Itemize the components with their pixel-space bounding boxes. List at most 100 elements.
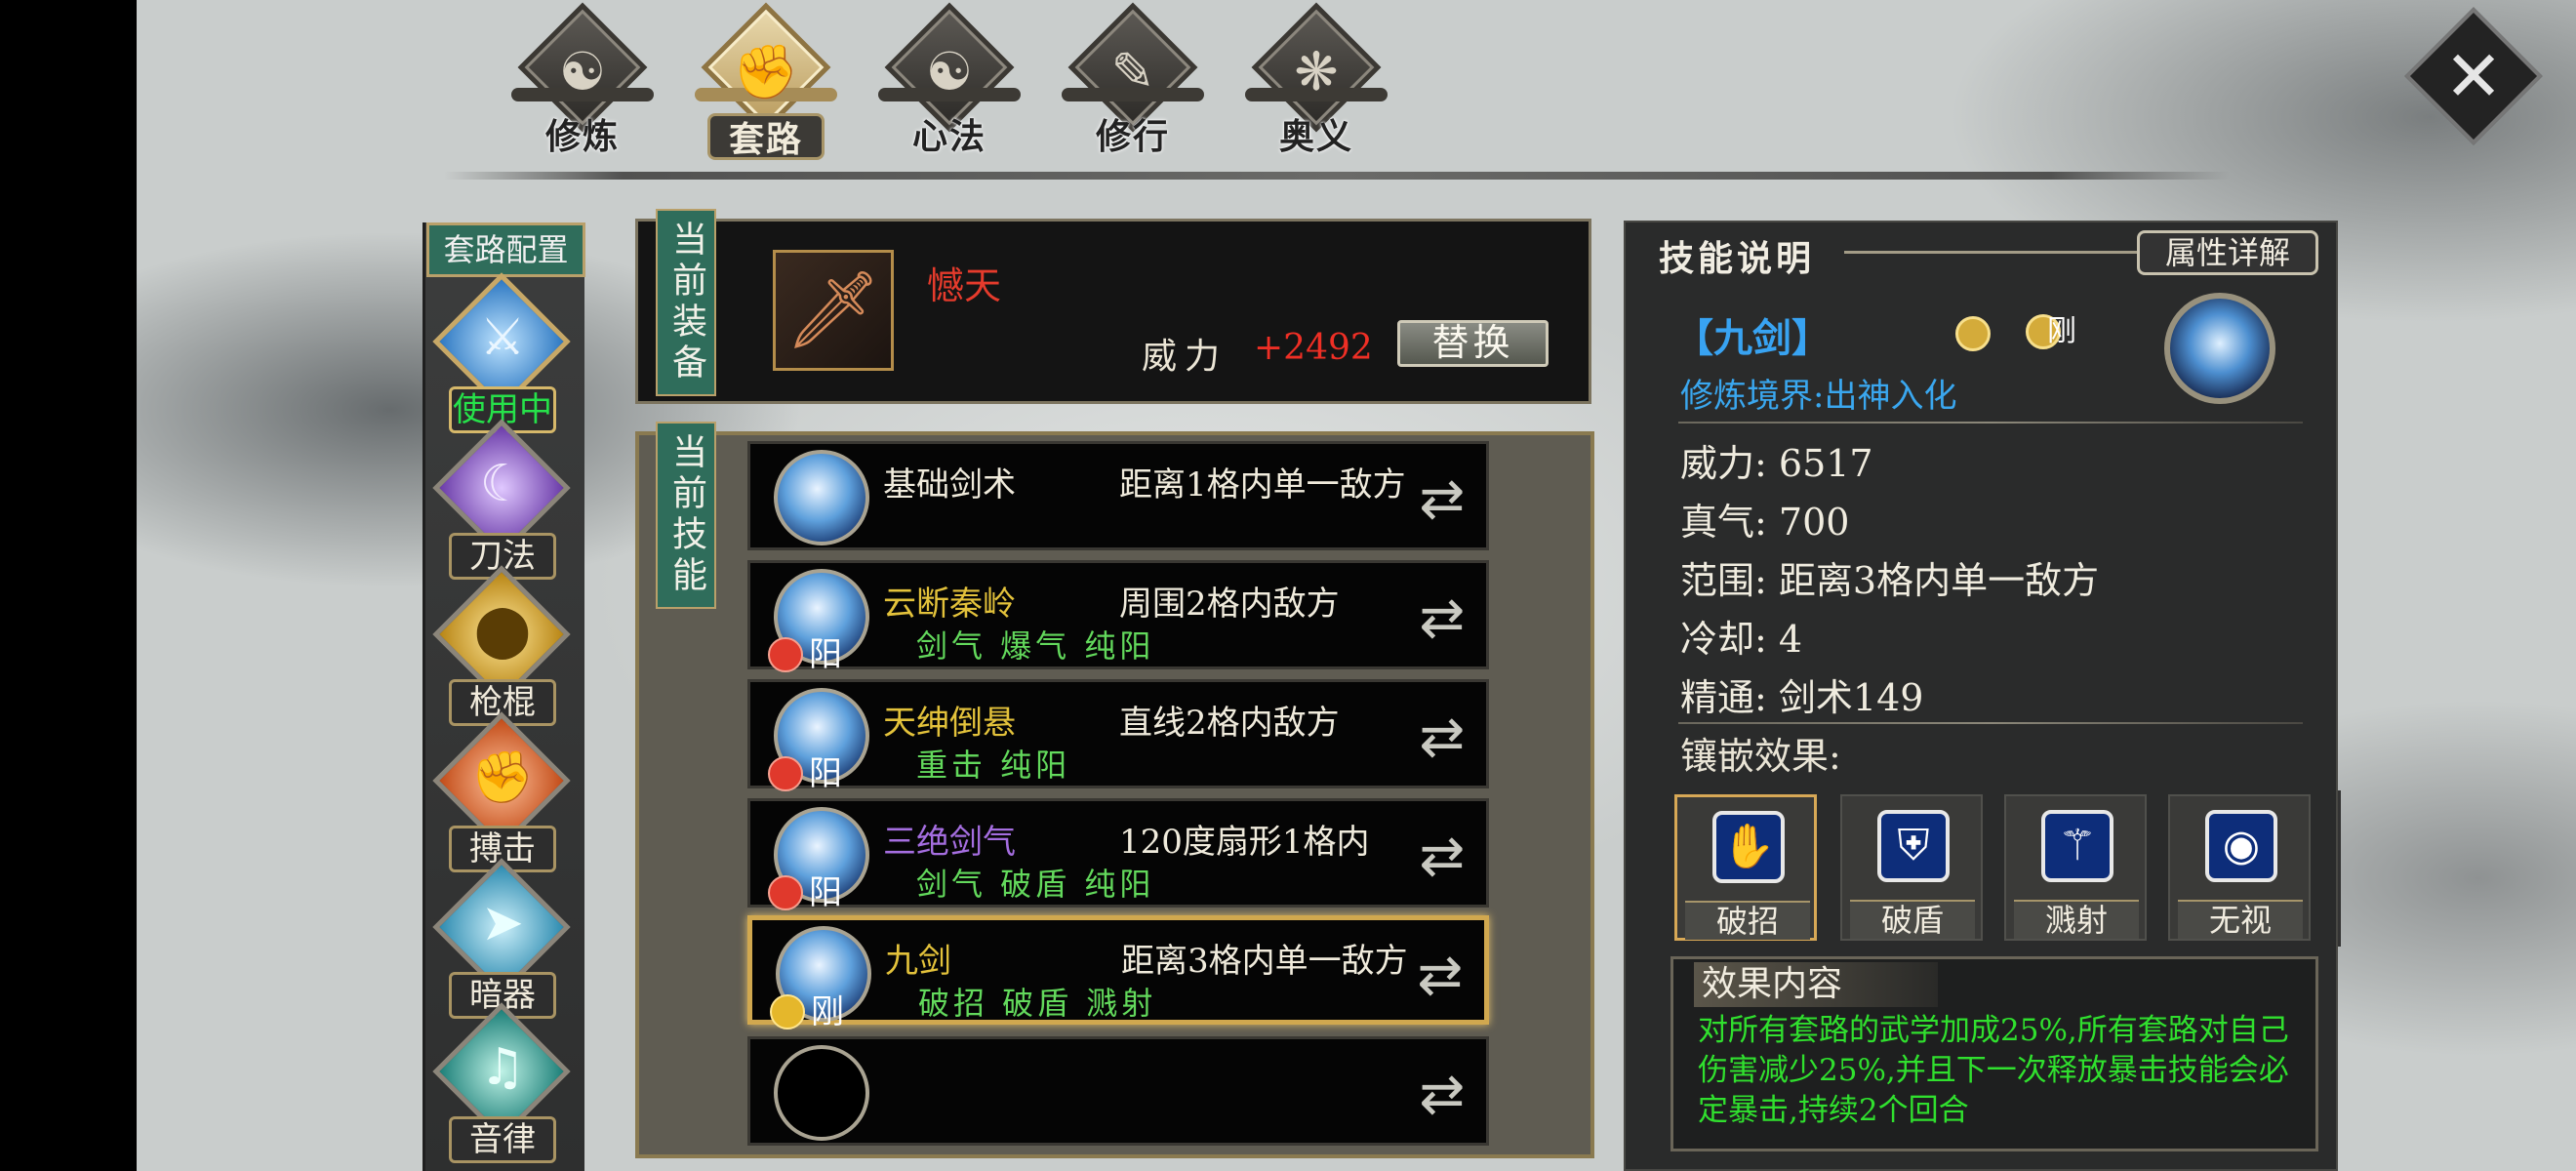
swap-icon[interactable]: ⇄ — [1408, 944, 1472, 1008]
embed-slot[interactable]: ⚚ 溅射 — [2004, 794, 2147, 941]
shield-icon: ⛨ — [1877, 810, 1950, 882]
tab-practice[interactable]: ✎ 修行 — [1050, 2, 1216, 168]
skill-tags: 重击 纯阳 — [916, 747, 1071, 784]
effect-content-text: 对所有套路的武学加成25%,所有套路对自己伤害减少25%,并且下一次释放暴击技能… — [1698, 1013, 2289, 1128]
swap-icon[interactable]: ⇄ — [1410, 467, 1474, 532]
stat-cooldown: 冷却: 4 — [1680, 609, 1802, 663]
skill-emblem-icon — [2164, 293, 2275, 404]
stat-value: 距离3格内单一敌方 — [1778, 559, 2100, 602]
sidebar-title: 套路配置 — [426, 222, 585, 277]
divider — [1678, 722, 2303, 724]
sidebar-item-boxing[interactable]: ✊ 搏击 — [429, 711, 576, 874]
current-equipment-tag: 当前装备 — [656, 209, 716, 396]
swirl-icon: ☯ — [558, 41, 607, 102]
title-divider — [1844, 251, 2147, 254]
stat-power: 威力: 6517 — [1680, 433, 1873, 487]
skill-range: 120度扇形1格内 — [1119, 823, 1370, 862]
power-label: 威力 — [1142, 337, 1228, 377]
embed-slot[interactable]: ⛨ 破盾 — [1840, 794, 1983, 941]
scroll-icon: ✎ — [1110, 41, 1155, 102]
skill-tags: 剑气 爆气 纯阳 — [916, 627, 1155, 665]
embed-effects-title: 镶嵌效果: — [1680, 735, 1841, 778]
fist-icon: ✊ — [733, 41, 799, 102]
tab-divider — [444, 172, 2230, 180]
stat-range: 范围: 距离3格内单一敌方 — [1680, 550, 2099, 604]
embed-label: 破招 — [1685, 901, 1810, 940]
skill-badge: 阳 — [809, 873, 842, 912]
skill-name: 三绝剑气 — [883, 823, 1016, 862]
gem-label: 刚 — [2047, 314, 2076, 348]
sidebar-item-spear[interactable]: ⬤ 枪棍 — [429, 565, 576, 728]
skill-name: 云断秦岭 — [883, 585, 1016, 624]
tab-routine[interactable]: ✊ 套路 — [683, 2, 849, 168]
spear-icon: ⬤ — [473, 601, 532, 660]
stat-qi: 真气: 700 — [1680, 492, 1849, 545]
sidebar-item-blade[interactable]: ☾ 刀法 — [429, 419, 576, 582]
skill-row-selected[interactable]: 刚 九剑 距离3格内单一敌方 破招 破盾 溅射 ⇄ — [747, 915, 1489, 1031]
tab-label: 修炼 — [544, 116, 620, 157]
power-value: +2492 — [1254, 328, 1373, 368]
sidebar-item-label: 音律 — [449, 1116, 556, 1163]
skill-row[interactable]: 阳 天绅倒悬 直线2格内敌方 重击 纯阳 ⇄ — [747, 679, 1489, 793]
tab-label: 套路 — [707, 113, 825, 160]
fan-icon: ♫ — [479, 1038, 526, 1097]
stat-label: 范围: — [1680, 559, 1767, 602]
close-icon[interactable]: ✕ — [2425, 27, 2522, 125]
stat-mastery: 精通: 剑术149 — [1680, 667, 1923, 721]
flame-icon: ❋ — [1294, 41, 1339, 102]
skill-row-empty[interactable]: ⇄ — [747, 1036, 1489, 1146]
embed-label: 溅射 — [2014, 900, 2139, 939]
yinyang-icon: ☯ — [925, 41, 974, 102]
embed-slot[interactable]: ✋ 破招 — [1674, 794, 1817, 941]
swap-icon[interactable]: ⇄ — [1410, 706, 1474, 770]
gem-slot-icon[interactable] — [1955, 316, 1991, 351]
sidebar-item-music[interactable]: ♫ 音律 — [429, 1002, 576, 1165]
divider — [1678, 422, 2303, 424]
scroll-edge — [2338, 790, 2357, 947]
stat-label: 冷却: — [1680, 618, 1767, 661]
skill-row[interactable]: 阳 三绝剑气 120度扇形1格内 剑气 破盾 纯阳 ⇄ — [747, 798, 1489, 912]
sidebar-item-in-use[interactable]: ⚔ 使用中 — [429, 272, 576, 435]
stat-value: 700 — [1778, 501, 1850, 544]
stat-value: 6517 — [1778, 442, 1873, 485]
weapon-name: 憾天 — [927, 264, 1002, 307]
skill-badge: 阳 — [809, 635, 842, 674]
splash-icon: ⚚ — [2041, 810, 2113, 882]
sidebar-item-hidden-weapon[interactable]: ➤ 暗器 — [429, 858, 576, 1021]
skill-range: 周围2格内敌方 — [1119, 585, 1340, 624]
skill-tags: 剑气 破盾 纯阳 — [916, 866, 1155, 903]
skill-row[interactable]: 基础剑术 距离1格内单一敌方 ⇄ — [747, 441, 1489, 550]
skill-range: 直线2格内敌方 — [1119, 704, 1340, 743]
tab-mind-method[interactable]: ☯ 心法 — [866, 2, 1032, 168]
swap-icon[interactable]: ⇄ — [1410, 825, 1474, 889]
skill-tags: 破招 破盾 溅射 — [918, 985, 1157, 1022]
stat-label: 威力: — [1680, 442, 1767, 485]
skill-name: 天绅倒悬 — [883, 704, 1016, 743]
swap-icon[interactable]: ⇄ — [1410, 586, 1474, 651]
left-letterbox — [0, 0, 137, 1171]
skill-title: 【九剑】 — [1674, 315, 1831, 361]
replace-button[interactable]: 替换 — [1397, 320, 1549, 367]
gem-icon — [770, 994, 805, 1030]
sword-icon: ⚔ — [479, 308, 526, 367]
skill-range: 距离3格内单一敌方 — [1121, 942, 1408, 981]
tab-mystery[interactable]: ❋ 奥义 — [1233, 2, 1399, 168]
gem-icon — [768, 875, 803, 910]
skill-badge: 阳 — [809, 754, 842, 793]
gem-icon — [768, 756, 803, 791]
eye-icon: ◉ — [2205, 810, 2277, 882]
attribute-details-button[interactable]: 属性详解 — [2137, 230, 2318, 275]
skill-row[interactable]: 阳 云断秦岭 周围2格内敌方 剑气 爆气 纯阳 ⇄ — [747, 560, 1489, 674]
cultivation-realm: 修炼境界:出神入化 — [1680, 377, 1957, 416]
empty-skill-slot — [774, 1045, 869, 1141]
embed-slot[interactable]: ◉ 无视 — [2168, 794, 2311, 941]
stat-value: 4 — [1778, 618, 1803, 661]
gem-icon — [768, 637, 803, 672]
tab-cultivate[interactable]: ☯ 修炼 — [500, 2, 665, 168]
swap-icon[interactable]: ⇄ — [1410, 1063, 1474, 1127]
skill-name: 九剑 — [885, 942, 951, 981]
blade-icon: ☾ — [479, 455, 526, 513]
effect-content-title: 效果内容 — [1694, 962, 1938, 1007]
dart-icon: ➤ — [481, 894, 524, 952]
tab-label: 心法 — [911, 116, 986, 157]
